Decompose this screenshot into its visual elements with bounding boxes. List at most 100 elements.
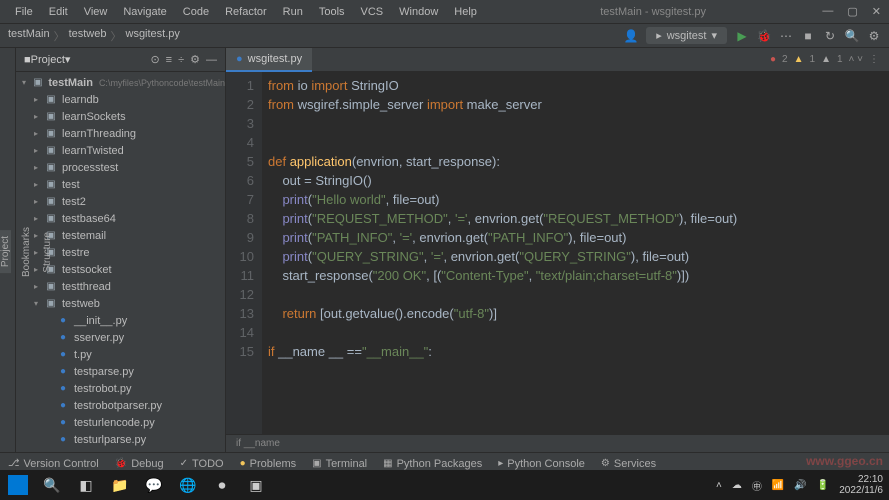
code-editor[interactable]: 123456789101112131415 from io import Str… (226, 72, 889, 434)
tree-folder[interactable]: ▸▣testbase64 (16, 210, 225, 227)
tree-folder[interactable]: ▸▣learnSockets (16, 108, 225, 125)
tree-folder[interactable]: ▸▣learnThreading (16, 125, 225, 142)
windows-taskbar: 🔍 ◧ 📁 💬 🌐 ⏺ ▣ ˄ ☁ ㊥ 📶 🔊 🔋 22:10 2022/11/… (0, 470, 889, 500)
weak-warning-icon: ▲ (821, 54, 831, 65)
taskbar-search-icon[interactable]: 🔍 (40, 473, 64, 497)
menu-window[interactable]: Window (392, 3, 445, 21)
tree-file[interactable]: ●t.py (16, 346, 225, 363)
user-icon[interactable]: 👤 (624, 29, 638, 43)
menu-edit[interactable]: Edit (42, 3, 75, 21)
structure-tool-tab[interactable]: Structure (42, 226, 53, 279)
menu-view[interactable]: View (77, 3, 115, 21)
code-breadcrumb[interactable]: if __name (226, 434, 889, 452)
expand-icon[interactable]: ≡ (166, 54, 172, 66)
stop-icon[interactable]: ■ (801, 29, 815, 43)
tree-file[interactable]: ●ttt.py (16, 448, 225, 452)
hide-icon[interactable]: — (206, 54, 217, 66)
python-file-icon: ● (236, 53, 243, 65)
breadcrumb-segment[interactable]: testweb (69, 28, 107, 44)
minimize-icon[interactable]: — (822, 5, 833, 18)
tray-input-icon[interactable]: ㊥ (752, 478, 762, 493)
clock-date[interactable]: 2022/11/6 (839, 485, 883, 496)
tree-folder[interactable]: ▸▣testthread (16, 278, 225, 295)
bottom-tool-python-packages[interactable]: ▦Python Packages (383, 458, 482, 470)
tree-root[interactable]: ▾▣testMainC:\myfiles\Pythoncode\testMain (16, 74, 225, 91)
project-panel-title: ■ (24, 54, 31, 66)
tree-file[interactable]: ●testparse.py (16, 363, 225, 380)
run-icon[interactable]: ▶ (735, 29, 749, 43)
gear-icon[interactable]: ⚙ (190, 53, 200, 66)
breadcrumb[interactable]: testMain〉testweb〉wsgitest.py (8, 28, 180, 44)
window-controls: — ▢ ✕ (822, 5, 881, 18)
bottom-tool-debug[interactable]: 🐞Debug (115, 458, 164, 470)
locate-icon[interactable]: ⊙ (150, 53, 159, 66)
project-panel-header: ■ Project ▾ ⊙ ≡ ÷ ⚙ — (16, 48, 225, 72)
menu-run[interactable]: Run (276, 3, 310, 21)
tray-battery-icon[interactable]: 🔋 (817, 480, 829, 491)
task-view-icon[interactable]: ◧ (74, 473, 98, 497)
pycharm-icon[interactable]: ▣ (244, 473, 268, 497)
tree-file[interactable]: ●testurlparse.py (16, 431, 225, 448)
bottom-tool-version-control[interactable]: ⎇Version Control (8, 458, 99, 470)
bottom-tool-todo[interactable]: ✓TODO (180, 458, 224, 470)
tray-onedrive-icon[interactable]: ☁ (732, 480, 742, 491)
editor-tab[interactable]: ● wsgitest.py (226, 48, 312, 72)
menu-code[interactable]: Code (176, 3, 216, 21)
close-icon[interactable]: ✕ (872, 5, 881, 18)
settings-icon[interactable]: ⚙ (867, 29, 881, 43)
tree-file[interactable]: ●sserver.py (16, 329, 225, 346)
tree-file[interactable]: ●testrobotparser.py (16, 397, 225, 414)
bottom-tool-python-console[interactable]: ▸Python Console (498, 458, 585, 470)
browser-icon[interactable]: 🌐 (176, 473, 200, 497)
watermark: www.ggeo.cn (806, 454, 883, 468)
tree-folder[interactable]: ▸▣test (16, 176, 225, 193)
more-run-icon[interactable]: ⋯ (779, 29, 793, 43)
update-icon[interactable]: ↻ (823, 29, 837, 43)
project-tool-tab[interactable]: Project (0, 230, 11, 273)
bottom-tool-services[interactable]: ⚙Services (601, 458, 656, 470)
bookmarks-tool-tab[interactable]: Bookmarks (21, 221, 32, 283)
maximize-icon[interactable]: ▢ (847, 5, 857, 18)
breadcrumb-segment[interactable]: testMain (8, 28, 50, 44)
tree-file[interactable]: ●testrobot.py (16, 380, 225, 397)
tree-file[interactable]: ●__init__.py (16, 312, 225, 329)
tray-wifi-icon[interactable]: 📶 (772, 480, 784, 491)
run-config-selector[interactable]: ▸ wsgitest ▾ (646, 27, 727, 44)
run-config-icon: ▸ (656, 29, 662, 42)
tray-sound-icon[interactable]: 🔊 (794, 480, 806, 491)
main-menu: FileEditViewNavigateCodeRefactorRunTools… (8, 3, 484, 21)
project-view-selector[interactable]: ▾ (65, 53, 71, 66)
collapse-icon[interactable]: ÷ (178, 54, 184, 66)
inspection-widget[interactable]: ●2 ▲1 ▲1 ˄ ˅ ⋮ (770, 54, 889, 65)
wechat-icon[interactable]: 💬 (142, 473, 166, 497)
code-content[interactable]: from io import StringIOfrom wsgiref.simp… (262, 72, 889, 434)
tree-folder[interactable]: ▸▣learndb (16, 91, 225, 108)
navigation-bar: testMain〉testweb〉wsgitest.py 👤 ▸ wsgites… (0, 24, 889, 48)
left-tool-stripe: Project Bookmarks Structure (0, 48, 16, 452)
menu-refactor[interactable]: Refactor (218, 3, 274, 21)
tree-folder[interactable]: ▸▣processtest (16, 159, 225, 176)
explorer-icon[interactable]: 📁 (108, 473, 132, 497)
tree-folder[interactable]: ▸▣learnTwisted (16, 142, 225, 159)
tree-folder[interactable]: ▸▣test2 (16, 193, 225, 210)
clock-time[interactable]: 22:10 (839, 474, 883, 485)
debug-icon[interactable]: 🐞 (757, 29, 771, 43)
recorder-icon[interactable]: ⏺ (210, 473, 234, 497)
tree-file[interactable]: ●testurlencode.py (16, 414, 225, 431)
tree-folder-open[interactable]: ▾▣testweb (16, 295, 225, 312)
tray-chevron-icon[interactable]: ˄ (716, 480, 722, 491)
menu-help[interactable]: Help (447, 3, 484, 21)
start-button[interactable] (6, 473, 30, 497)
menu-navigate[interactable]: Navigate (116, 3, 173, 21)
breadcrumb-segment[interactable]: wsgitest.py (126, 28, 180, 44)
warning-count-icon: ▲ (794, 54, 804, 65)
menu-vcs[interactable]: VCS (354, 3, 391, 21)
search-icon[interactable]: 🔍 (845, 29, 859, 43)
menu-tools[interactable]: Tools (312, 3, 352, 21)
editor-tabs: ● wsgitest.py ●2 ▲1 ▲1 ˄ ˅ ⋮ (226, 48, 889, 72)
gutter: 123456789101112131415 (226, 72, 262, 434)
bottom-tool-problems[interactable]: ●Problems (240, 458, 297, 470)
bottom-tool-terminal[interactable]: ▣Terminal (312, 458, 367, 470)
run-config-label: wsgitest (667, 30, 707, 42)
menu-file[interactable]: File (8, 3, 40, 21)
